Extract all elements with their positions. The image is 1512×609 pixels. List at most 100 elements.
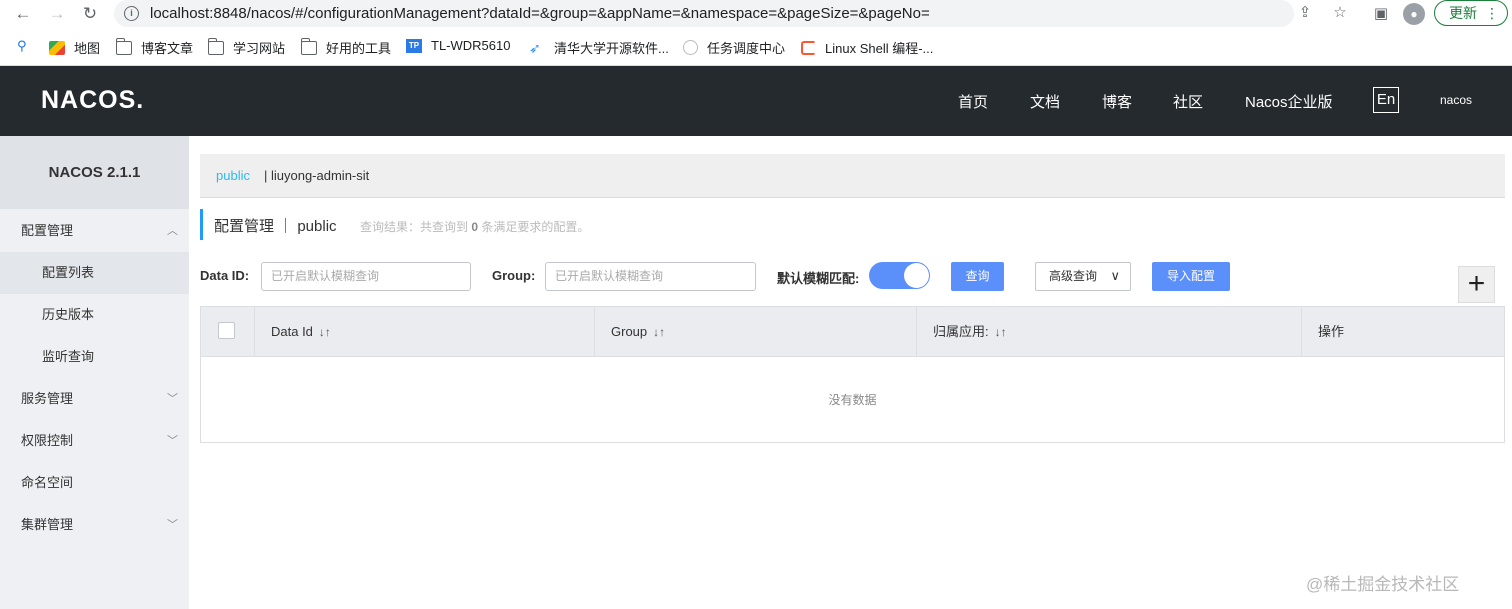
chevron-down-icon: ﹀ (167, 393, 178, 405)
table-header: Data Id ↓↑ Group ↓↑ 归属应用: ↓↑ 操作 (201, 307, 1504, 357)
nav-enterprise[interactable]: Nacos企业版 (1245, 91, 1333, 112)
bookmark-shell[interactable]: Linux Shell 编程-... (801, 38, 933, 57)
bookmark-tuna[interactable]: ➶ 清华大学开源软件... (529, 38, 669, 57)
url-text[interactable]: localhost:8848/nacos/#/configurationMana… (150, 5, 930, 22)
page-title-bar: 配置管理 ｜ public (200, 209, 337, 240)
sidebar-item-label: 配置列表 (42, 265, 95, 280)
chevron-down-icon: ﹀ (167, 435, 178, 447)
bookmark-tools[interactable]: 好用的工具 (300, 37, 391, 57)
site-info-icon[interactable]: i (124, 6, 139, 21)
globe-icon (683, 40, 698, 55)
folder-icon (300, 37, 317, 55)
sidebar-item-label: 配置管理 (21, 223, 74, 238)
group-label: Group: (492, 268, 536, 283)
sidebar-item-label: 历史版本 (42, 307, 95, 322)
fuzzy-match-label: 默认模糊匹配: (777, 271, 860, 286)
column-label: 归属应用: (933, 324, 989, 339)
sort-icon[interactable]: ↓↑ (995, 325, 1007, 339)
bookmark-label: 地图 (74, 41, 101, 56)
sort-icon[interactable]: ↓↑ (653, 325, 665, 339)
update-button[interactable]: 更新 ⋮ (1434, 0, 1508, 26)
bookmarks-bar: ⚲ 地图 博客文章 学习网站 好用的工具 TP TL-WDR5610 ➶ 清华大学开… (0, 28, 1512, 66)
more-icon: ⋮ (1485, 5, 1499, 21)
profile-avatar-icon[interactable]: ● (1403, 3, 1425, 25)
sidebar-item-label: 命名空间 (21, 475, 74, 490)
bookmark-blog[interactable]: 博客文章 (115, 37, 194, 57)
column-group[interactable]: Group ↓↑ (594, 307, 916, 357)
import-config-button[interactable]: 导入配置 (1152, 262, 1230, 291)
side-panel-icon[interactable]: ▣ (1370, 3, 1392, 25)
page-title: 配置管理 ｜ public (214, 218, 337, 235)
forward-icon[interactable]: → (46, 3, 68, 25)
result-prefix: 查询结果：共查询到 (360, 220, 472, 234)
bookmark-label: 博客文章 (141, 41, 194, 56)
nav-community[interactable]: 社区 (1173, 91, 1203, 112)
chevron-up-icon: ︿ (167, 225, 178, 237)
sidebar-item-access-control[interactable]: 权限控制 ﹀ (0, 420, 189, 462)
namespace-liuyong-admin-sit[interactable]: | liuyong-admin-sit (264, 154, 369, 198)
result-suffix: 条满足要求的配置。 (478, 220, 590, 234)
sidebar-item-label: 服务管理 (21, 391, 74, 406)
nacos-logo[interactable]: NACOS. (41, 86, 144, 115)
bookmark-study[interactable]: 学习网站 (207, 37, 286, 57)
bookmark-label: 学习网站 (233, 41, 286, 56)
toggle-knob (904, 263, 929, 288)
bookmark-star-icon[interactable]: ☆ (1329, 2, 1351, 24)
search-icon[interactable]: ⚲ (17, 38, 27, 54)
map-icon (49, 40, 65, 55)
sidebar-item-listener-query[interactable]: 监听查询 (0, 336, 189, 378)
nav-home[interactable]: 首页 (958, 91, 988, 112)
update-label: 更新 (1449, 5, 1477, 21)
add-config-button[interactable]: + (1458, 266, 1495, 303)
share-icon[interactable]: ⇪ (1294, 2, 1316, 24)
column-app[interactable]: 归属应用: ↓↑ (916, 307, 1301, 357)
back-icon[interactable]: ← (12, 3, 34, 25)
dataid-input[interactable]: 已开启默认模糊查询 (261, 262, 471, 291)
advanced-query-label: 高级查询 (1049, 269, 1098, 283)
sidebar-item-service-management[interactable]: 服务管理 ﹀ (0, 378, 189, 420)
bookmark-label: 任务调度中心 (707, 41, 786, 56)
watermark: @稀土掘金技术社区 (1306, 575, 1460, 594)
sidebar-item-cluster-management[interactable]: 集群管理 ﹀ (0, 504, 189, 546)
select-all-checkbox[interactable] (218, 322, 235, 339)
namespace-bar: public | liuyong-admin-sit (200, 154, 1505, 198)
user-menu[interactable]: nacos (1440, 93, 1472, 107)
nav-docs[interactable]: 文档 (1030, 91, 1060, 112)
query-button[interactable]: 查询 (951, 262, 1004, 291)
bookmark-map[interactable]: 地图 (49, 38, 100, 57)
sort-icon[interactable]: ↓↑ (319, 325, 331, 339)
chevron-down-icon: ﹀ (167, 519, 178, 531)
namespace-public[interactable]: public (216, 154, 250, 198)
column-actions: 操作 (1301, 307, 1504, 357)
query-result-text: 查询结果：共查询到 0 条满足要求的配置。 (360, 218, 589, 235)
reload-icon[interactable]: ↻ (79, 3, 101, 25)
group-input[interactable]: 已开启默认模糊查询 (545, 262, 756, 291)
config-table: Data Id ↓↑ Group ↓↑ 归属应用: ↓↑ 操作 没有数据 (200, 306, 1505, 443)
folder-icon (115, 37, 132, 55)
sidebar-version: NACOS 2.1.1 (0, 136, 189, 209)
bookmark-label: TL-WDR5610 (431, 38, 511, 53)
sidebar-item-config-management[interactable]: 配置管理 ︿ (0, 210, 189, 252)
sidebar-item-namespace[interactable]: 命名空间 (0, 462, 189, 504)
dataid-label: Data ID: (200, 268, 250, 283)
sidebar-item-label: 权限控制 (21, 433, 74, 448)
bookmark-scheduler[interactable]: 任务调度中心 (683, 38, 785, 57)
browser-toolbar: ← → ↻ i localhost:8848/nacos/#/configura… (0, 0, 1512, 28)
sidebar-item-config-list[interactable]: 配置列表 (0, 252, 189, 294)
nav-blog[interactable]: 博客 (1102, 91, 1132, 112)
app-header: NACOS. 首页 文档 博客 社区 Nacos企业版 En nacos (0, 66, 1512, 136)
address-bar[interactable]: i localhost:8848/nacos/#/configurationMa… (114, 0, 1347, 27)
sidebar-item-history[interactable]: 历史版本 (0, 294, 189, 336)
csdn-icon (801, 40, 816, 55)
column-label: Data Id (271, 324, 313, 339)
language-toggle[interactable]: En (1373, 87, 1399, 113)
sidebar-item-label: 监听查询 (42, 349, 95, 364)
tuna-icon: ➶ (529, 39, 541, 56)
fuzzy-match-toggle[interactable] (869, 262, 930, 289)
sidebar: NACOS 2.1.1 配置管理 ︿ 配置列表 历史版本 监听查询 服务管理 ﹀ 权… (0, 136, 189, 609)
column-data-id[interactable]: Data Id ↓↑ (254, 307, 594, 357)
empty-state: 没有数据 (828, 393, 877, 407)
bookmark-router[interactable]: TP TL-WDR5610 (406, 38, 510, 53)
plus-icon: + (1467, 267, 1486, 300)
advanced-query-button[interactable]: 高级查询 ∨ (1035, 262, 1131, 291)
